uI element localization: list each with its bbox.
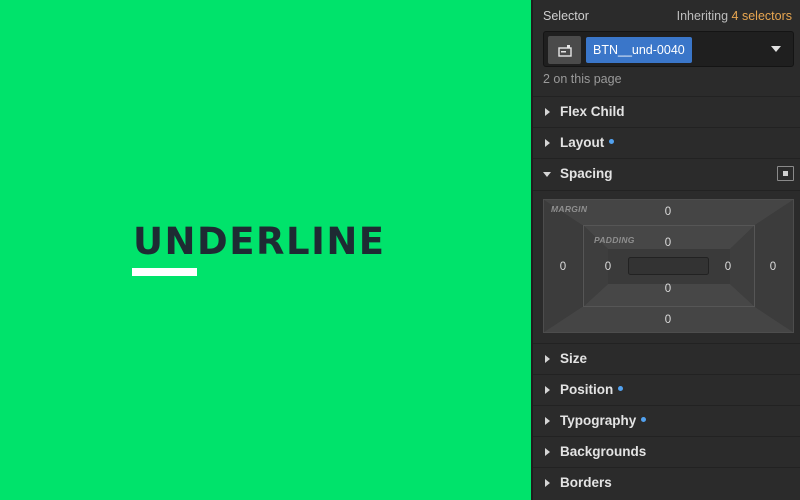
spacing-editor: MARGIN PADDING 0 0 0 0 0 0 0 0 xyxy=(533,190,800,343)
chevron-right-icon xyxy=(545,355,550,363)
section-backgrounds[interactable]: Backgrounds xyxy=(533,436,800,467)
box-model-diagram xyxy=(543,199,794,333)
selector-tag[interactable]: BTN__und-0040 xyxy=(586,37,692,63)
modified-dot-icon xyxy=(618,385,624,391)
style-panel: Selector Inheriting 4 selectors BTN__und… xyxy=(531,0,800,500)
selector-header: Selector Inheriting 4 selectors xyxy=(543,9,792,25)
modified-dot-icon xyxy=(609,138,615,144)
section-label: Layout xyxy=(560,135,615,150)
section-label: Backgrounds xyxy=(560,444,647,459)
spacing-mode-icon[interactable] xyxy=(777,166,794,181)
section-label: Typography xyxy=(560,413,647,428)
chevron-right-icon xyxy=(545,139,550,147)
chevron-right-icon xyxy=(545,448,550,456)
section-label-text: Typography xyxy=(560,413,637,428)
chevron-right-icon xyxy=(545,108,550,116)
chevron-right-icon xyxy=(545,386,550,394)
section-layout[interactable]: Layout xyxy=(533,127,800,158)
inheriting-prefix: Inheriting xyxy=(676,9,729,23)
margin-left-value[interactable]: 0 xyxy=(555,261,571,273)
section-typography[interactable]: Typography xyxy=(533,405,800,436)
on-page-count: 2 on this page xyxy=(543,72,622,86)
section-label-text: Position xyxy=(560,382,614,397)
inheriting-count[interactable]: 4 selectors xyxy=(732,9,792,23)
section-spacing[interactable]: Spacing xyxy=(533,158,800,189)
section-flex-child[interactable]: Flex Child xyxy=(533,96,800,127)
margin-label: MARGIN xyxy=(551,204,588,214)
section-label: Borders xyxy=(560,475,612,490)
chevron-right-icon xyxy=(545,479,550,487)
chevron-down-icon xyxy=(543,172,551,177)
section-label: Position xyxy=(560,382,624,397)
modified-dot-icon xyxy=(641,416,647,422)
design-canvas[interactable]: UNDERLINE xyxy=(0,0,531,500)
underline-button-text[interactable]: UNDERLINE xyxy=(133,220,386,264)
section-position[interactable]: Position xyxy=(533,374,800,405)
padding-left-value[interactable]: 0 xyxy=(600,261,616,273)
chevron-right-icon xyxy=(545,417,550,425)
padding-bottom-value[interactable]: 0 xyxy=(660,283,676,295)
section-borders[interactable]: Borders xyxy=(533,467,800,500)
section-label: Spacing xyxy=(560,166,613,181)
inheriting-info[interactable]: Inheriting 4 selectors xyxy=(677,9,792,23)
padding-label: PADDING xyxy=(594,235,635,245)
padding-top-value[interactable]: 0 xyxy=(660,237,676,249)
margin-top-value[interactable]: 0 xyxy=(660,206,676,218)
chevron-down-icon[interactable] xyxy=(771,46,781,52)
button-underline-bar xyxy=(132,268,197,276)
section-label: Flex Child xyxy=(560,104,625,119)
selector-field[interactable]: BTN__und-0040 xyxy=(543,31,794,67)
margin-bottom-value[interactable]: 0 xyxy=(660,314,676,326)
margin-right-value[interactable]: 0 xyxy=(765,261,781,273)
selector-title: Selector xyxy=(543,9,589,23)
section-size[interactable]: Size xyxy=(533,343,800,374)
element-type-icon[interactable] xyxy=(548,36,581,64)
padding-right-value[interactable]: 0 xyxy=(720,261,736,273)
section-label-text: Layout xyxy=(560,135,605,150)
section-label: Size xyxy=(560,351,588,366)
